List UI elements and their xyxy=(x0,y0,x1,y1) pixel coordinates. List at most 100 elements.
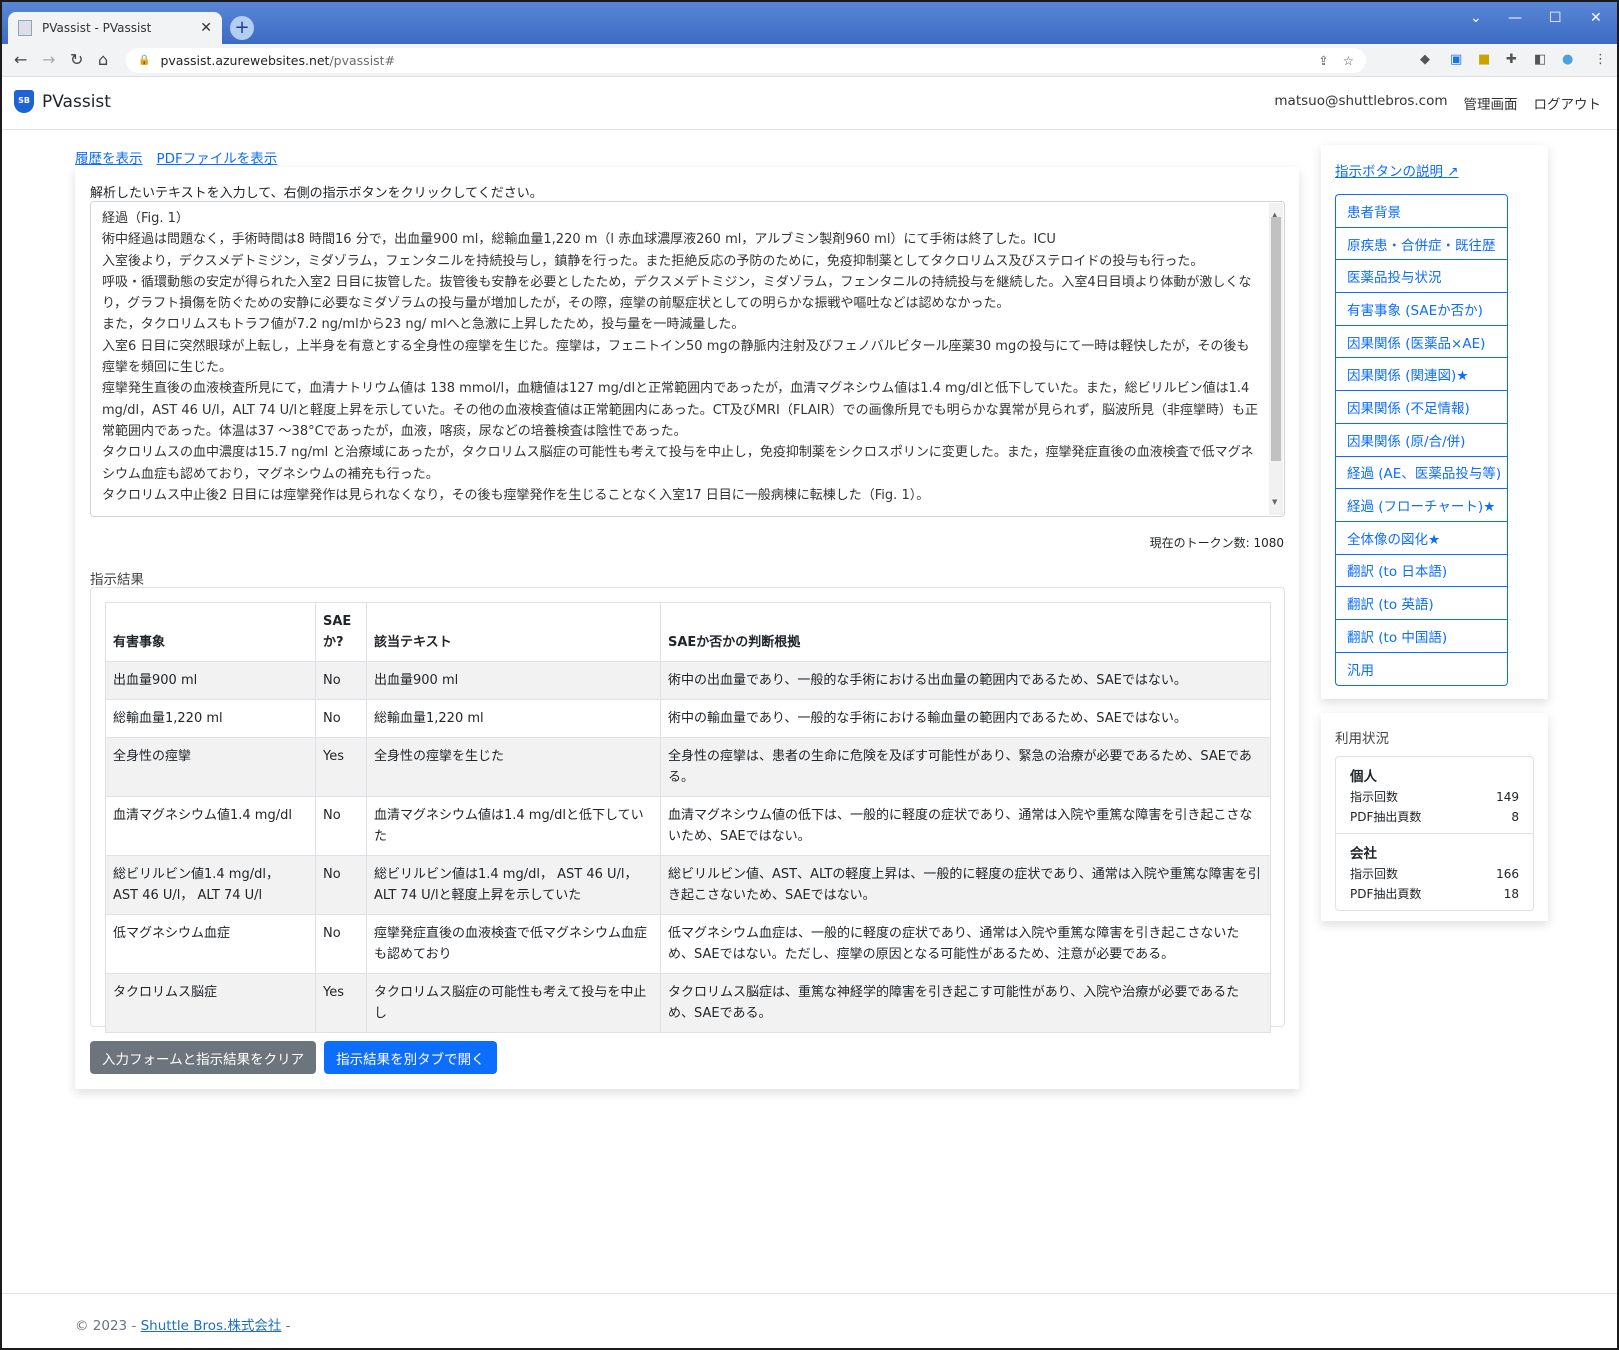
usage-value: 8 xyxy=(1511,810,1519,824)
back-icon[interactable]: ← xyxy=(14,50,27,69)
bookmark-star-icon[interactable]: ☆ xyxy=(1343,53,1354,68)
instruction-help-link[interactable]: 指示ボタンの説明 ↗ xyxy=(1335,160,1459,180)
minimize-icon[interactable]: — xyxy=(1508,10,1522,26)
new-tab-button[interactable]: + xyxy=(230,16,254,40)
table-row: 血清マグネシウム値1.4 mg/dl No 血清マグネシウム値は1.4 mg/dlと… xyxy=(105,796,1271,856)
user-email[interactable]: matsuo@shuttlebros.com xyxy=(1274,93,1447,113)
table-row: 総ビリルビン値1.4 mg/dl， AST 46 U/l， ALT 74 U/l… xyxy=(105,855,1271,915)
instruction-sidebar: 指示ボタンの説明 ↗ 患者背景 原疾患・合併症・既往歴 医薬品投与状況 有害事象 (S… xyxy=(1321,145,1548,699)
extensions-puzzle-icon[interactable]: ✚ xyxy=(1506,52,1517,67)
url-path: /pvassist# xyxy=(329,53,396,68)
input-instruction: 解析したいテキストを入力して、右側の指示ボタンをクリックしてください。 xyxy=(90,186,543,201)
home-icon[interactable]: ⌂ xyxy=(98,50,108,69)
browser-toolbar: ← → ↻ ⌂ 🔒 pvassist.azurewebsites.net/pva… xyxy=(2,44,1617,77)
column-header: SAEか否かの判断根拠 xyxy=(660,602,1271,662)
help-link-label: 指示ボタンの説明 xyxy=(1335,164,1443,180)
usage-title: 利用状況 xyxy=(1335,731,1389,747)
adverse-event-cell: タクロリムス脳症 xyxy=(105,973,316,1033)
reload-icon[interactable]: ↻ xyxy=(70,50,83,69)
title-bar: PVassist - PVassist ✕ + ⌄ — ☐ ✕ xyxy=(2,2,1617,44)
pdf-link[interactable]: PDFファイルを表示 xyxy=(157,147,278,167)
instruction-button[interactable]: 因果関係 (不足情報) xyxy=(1336,391,1507,424)
instruction-button[interactable]: 全体像の図化★ xyxy=(1336,522,1507,555)
close-tab-icon[interactable]: ✕ xyxy=(200,20,212,36)
text-input[interactable]: 経過（Fig. 1） 術中経過は問題なく，手術時間は8 時間16 分で，出血量9… xyxy=(90,201,1285,517)
column-header: SAEか? xyxy=(315,602,367,662)
column-header: 該当テキスト xyxy=(366,602,661,662)
maximize-icon[interactable]: ☐ xyxy=(1549,10,1562,26)
brand-name: PVassist xyxy=(42,91,111,112)
scroll-down-icon[interactable]: ▼ xyxy=(1272,492,1277,513)
usage-value: 149 xyxy=(1496,790,1519,804)
page-icon xyxy=(18,20,32,36)
sae-cell: No xyxy=(315,914,367,974)
clear-button[interactable]: 入力フォームと指示結果をクリア xyxy=(90,1041,317,1074)
forward-icon[interactable]: → xyxy=(42,50,55,69)
tab-title: PVassist - PVassist xyxy=(42,21,152,35)
open-in-new-tab-button[interactable]: 指示結果を別タブで開く xyxy=(324,1041,497,1074)
instruction-button[interactable]: 患者背景 xyxy=(1336,195,1507,228)
instruction-button[interactable]: 経過 (AE、医薬品投与等) xyxy=(1336,457,1507,490)
browser-tab[interactable]: PVassist - PVassist ✕ xyxy=(8,12,222,44)
usage-row: 指示回数 149 xyxy=(1350,787,1519,807)
instruction-button[interactable]: 因果関係 (原/合/併) xyxy=(1336,424,1507,457)
usage-label: 指示回数 xyxy=(1350,790,1399,804)
external-link-icon: ↗ xyxy=(1447,164,1459,180)
admin-link[interactable]: 管理画面 xyxy=(1464,93,1518,113)
instruction-button[interactable]: 因果関係 (医薬品×AE) xyxy=(1336,326,1507,359)
table-row: 低マグネシウム血症 No 痙攣発症直後の血液検査で低マグネシウム血症も認めており 低マ… xyxy=(105,914,1271,974)
usage-card: 利用状況 個人 指示回数 149 PDF抽出頁数 8 会社 指示回数 166 PDF抽出頁数 18 xyxy=(1321,713,1548,921)
usage-label: PDF抽出頁数 xyxy=(1350,810,1422,824)
matched-text-cell: タクロリムス脳症の可能性も考えて投与を中止し xyxy=(366,973,661,1033)
side-panel-icon[interactable]: ◧ xyxy=(1534,52,1546,67)
table-row: 全身性の痙攣 Yes 全身性の痙攣を生じた 全身性の痙攣は、患者の生命に危険を及ぼす可… xyxy=(105,737,1271,797)
browser-window: PVassist - PVassist ✕ + ⌄ — ☐ ✕ ← → ↻ ⌂ … xyxy=(2,2,1617,1348)
share-icon[interactable]: ⇪ xyxy=(1318,53,1328,68)
instruction-button[interactable]: 翻訳 (to 英語) xyxy=(1336,587,1507,620)
history-link[interactable]: 履歴を表示 xyxy=(75,147,143,167)
logout-link[interactable]: ログアウト xyxy=(1534,93,1602,113)
instruction-button[interactable]: 翻訳 (to 中国語) xyxy=(1336,620,1507,653)
scrollbar[interactable]: ▲ ▼ xyxy=(1269,203,1283,515)
instruction-button[interactable]: 医薬品投与状況 xyxy=(1336,260,1507,294)
extension-icon[interactable]: ■ xyxy=(1478,52,1490,67)
sae-cell: No xyxy=(315,661,367,700)
tab-search-icon[interactable]: ⌄ xyxy=(1470,10,1482,26)
usage-label: PDF抽出頁数 xyxy=(1350,887,1422,901)
instruction-button[interactable]: 因果関係 (関連図)★ xyxy=(1336,358,1507,392)
rationale-cell: 低マグネシウム血症は、一般的に軽度の症状であり、通常は入院や重篤な障害を引き起こ… xyxy=(660,914,1271,974)
rationale-cell: 術中の輸血量であり、一般的な手術における輸血量の範囲内であるため、SAEではない… xyxy=(660,699,1271,738)
extension-icon[interactable]: ◆ xyxy=(1420,52,1430,67)
instruction-button[interactable]: 有害事象 (SAEか否か) xyxy=(1336,293,1507,326)
adverse-event-cell: 血清マグネシウム値1.4 mg/dl xyxy=(105,796,316,856)
sae-cell: No xyxy=(315,796,367,856)
matched-text-cell: 痙攣発症直後の血液検査で低マグネシウム血症も認めており xyxy=(366,914,661,974)
results-card: 有害事象 SAEか? 該当テキスト SAEか否かの判断根拠 出血量900 ml N… xyxy=(90,587,1285,1033)
footer-suffix: - xyxy=(285,1318,291,1334)
column-header: 有害事象 xyxy=(105,602,316,662)
scrollbar-thumb[interactable] xyxy=(1271,217,1281,461)
main-card: 解析したいテキストを入力して、右側の指示ボタンをクリックしてください。 経過（F… xyxy=(75,167,1299,1089)
instruction-button[interactable]: 翻訳 (to 日本語) xyxy=(1336,555,1507,588)
instruction-button[interactable]: 汎用 xyxy=(1336,653,1507,686)
rationale-cell: 総ビリルビン値、AST、ALTの軽度上昇は、一般的に軽度の症状であり、通常は入院… xyxy=(660,855,1271,915)
profile-avatar[interactable]: ● xyxy=(1562,52,1573,67)
address-bar[interactable]: 🔒 pvassist.azurewebsites.net/pvassist# ⇪… xyxy=(126,48,1366,73)
menu-icon[interactable]: ⋮ xyxy=(1594,52,1607,67)
usage-group-name: 会社 xyxy=(1350,846,1377,862)
extension-icon[interactable]: ▣ xyxy=(1450,52,1462,67)
app-navbar: SB PVassist matsuo@shuttlebros.com 管理画面 … xyxy=(2,77,1617,130)
instruction-button-list: 患者背景 原疾患・合併症・既往歴 医薬品投与状況 有害事象 (SAEか否か) 因果関係 … xyxy=(1335,194,1508,687)
adverse-event-cell: 全身性の痙攣 xyxy=(105,737,316,797)
brand[interactable]: SB PVassist xyxy=(14,90,111,113)
close-window-icon[interactable]: ✕ xyxy=(1590,10,1602,26)
adverse-event-cell: 出血量900 ml xyxy=(105,661,316,700)
sae-cell: Yes xyxy=(315,973,367,1033)
company-link[interactable]: Shuttle Bros.株式会社 xyxy=(141,1318,282,1334)
instruction-button[interactable]: 経過 (フローチャート)★ xyxy=(1336,489,1507,522)
usage-value: 18 xyxy=(1503,887,1519,901)
matched-text-cell: 全身性の痙攣を生じた xyxy=(366,737,661,797)
instruction-button[interactable]: 原疾患・合併症・既往歴 xyxy=(1336,228,1507,261)
rationale-cell: 術中の出血量であり、一般的な手術における出血量の範囲内であるため、SAEではない… xyxy=(660,661,1271,700)
copyright: © 2023 - xyxy=(75,1318,137,1334)
